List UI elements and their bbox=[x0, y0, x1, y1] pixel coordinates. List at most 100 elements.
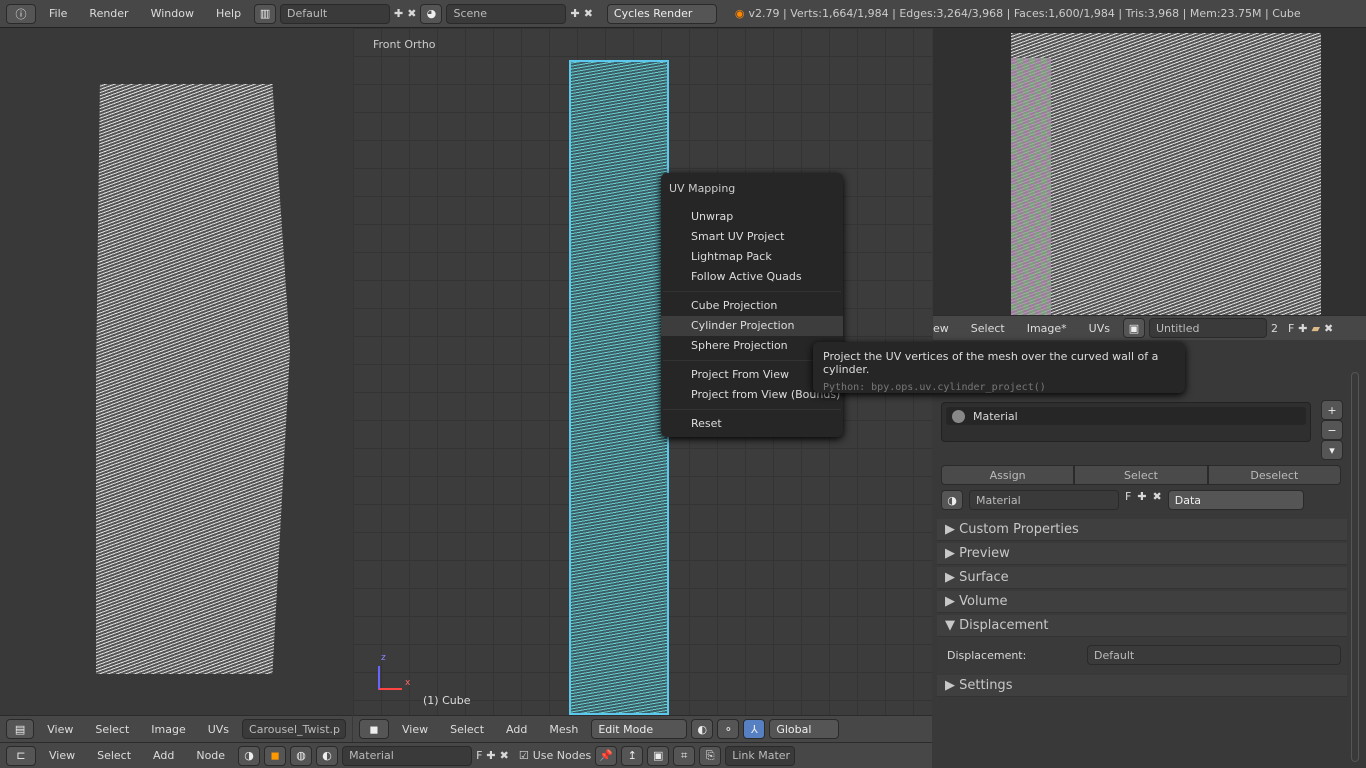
menu-item-reset[interactable]: Reset bbox=[661, 414, 843, 434]
uv-editor-area[interactable] bbox=[0, 28, 352, 715]
material-sphere-icon bbox=[952, 409, 965, 423]
vp-menu-mesh[interactable]: Mesh bbox=[540, 723, 587, 736]
ne-menu-select[interactable]: Select bbox=[88, 749, 140, 762]
displacement-select[interactable]: Default bbox=[1087, 645, 1341, 665]
panel-surface[interactable]: ▶ Surface bbox=[937, 567, 1347, 589]
ie-menu-select[interactable]: Select bbox=[962, 322, 1014, 335]
unlink-material-icon[interactable]: ✖ bbox=[1153, 490, 1162, 511]
snap-icon[interactable]: ⌗ bbox=[673, 745, 696, 766]
link-material-button[interactable]: Link Mater bbox=[725, 745, 796, 766]
panel-settings[interactable]: ▶ Settings bbox=[937, 675, 1347, 697]
viewport-type-icon[interactable]: ◼ bbox=[359, 719, 389, 739]
info-icon[interactable]: ⓘ bbox=[6, 3, 36, 24]
ie-menu-view[interactable]: ew bbox=[933, 322, 958, 335]
menu-file[interactable]: File bbox=[40, 7, 76, 20]
scene-icon[interactable]: ◕ bbox=[420, 3, 443, 24]
uv-menu-view[interactable]: View bbox=[38, 723, 82, 736]
node-editor-type-icon[interactable]: ⊏ bbox=[6, 745, 36, 766]
menu-help[interactable]: Help bbox=[207, 7, 250, 20]
vp-menu-add[interactable]: Add bbox=[497, 723, 536, 736]
menu-render[interactable]: Render bbox=[80, 7, 137, 20]
shader-nodes-icon[interactable]: ◑ bbox=[238, 745, 261, 766]
ne-unlink-icon[interactable]: ✖ bbox=[500, 749, 509, 762]
ne-fake-user[interactable]: F bbox=[476, 749, 482, 762]
backdrop-icon[interactable]: ▣ bbox=[647, 745, 670, 766]
close-image-icon[interactable]: ✖ bbox=[1324, 322, 1333, 335]
copy-icon[interactable]: ⎘ bbox=[699, 745, 722, 766]
add-layout-icon[interactable]: ✚ bbox=[394, 7, 403, 20]
parent-icon[interactable]: ↥ bbox=[621, 745, 644, 766]
link-select[interactable]: Data bbox=[1167, 490, 1304, 510]
add-scene-icon[interactable]: ✚ bbox=[570, 7, 579, 20]
select-button[interactable]: Select bbox=[1074, 465, 1208, 485]
shading-icon[interactable]: ◐ bbox=[691, 719, 714, 739]
image-editor-area[interactable] bbox=[933, 28, 1366, 315]
image-editor-header: ew Select Image* UVs ▣ Untitled 2 F ✚ ▰ … bbox=[933, 315, 1366, 340]
menu-window[interactable]: Window bbox=[142, 7, 203, 20]
manipulator-icon[interactable]: ⅄ bbox=[743, 719, 766, 739]
menu-item-cylinder-projection[interactable]: Cylinder Projection bbox=[661, 316, 843, 336]
scene-field[interactable]: Scene bbox=[446, 3, 567, 24]
vp-menu-select[interactable]: Select bbox=[441, 723, 493, 736]
layout-icon[interactable]: ▥ bbox=[254, 3, 277, 24]
ie-menu-uvs[interactable]: UVs bbox=[1080, 322, 1119, 335]
slot-specials-button[interactable]: ▾ bbox=[1321, 440, 1343, 460]
ne-material-field[interactable]: Material bbox=[342, 745, 473, 766]
uv-menu-image[interactable]: Image bbox=[142, 723, 194, 736]
panel-custom-properties[interactable]: ▶ Custom Properties bbox=[937, 519, 1347, 541]
mode-select[interactable]: Edit Mode bbox=[591, 719, 688, 739]
panel-preview[interactable]: ▶ Preview bbox=[937, 543, 1347, 565]
object-icon[interactable]: ◼ bbox=[264, 745, 287, 766]
menu-item-unwrap[interactable]: Unwrap bbox=[661, 207, 843, 227]
pin-icon[interactable]: 📌 bbox=[595, 745, 618, 766]
menu-item-cube-projection[interactable]: Cube Projection bbox=[661, 296, 843, 316]
uv-editor-header: ▤ View Select Image UVs Carousel_Twist.p bbox=[0, 715, 352, 742]
panel-displacement[interactable]: ▼ Displacement bbox=[937, 615, 1347, 637]
uv-menu-uvs[interactable]: UVs bbox=[199, 723, 238, 736]
uv-menu-select[interactable]: Select bbox=[86, 723, 138, 736]
menu-title: UV Mapping bbox=[669, 182, 736, 195]
menu-item-smart-uv-project[interactable]: Smart UV Project bbox=[661, 227, 843, 247]
image-name-field[interactable]: Untitled bbox=[1148, 318, 1267, 338]
uv-overlay bbox=[1011, 33, 1321, 315]
menu-separator bbox=[663, 291, 841, 292]
ie-menu-image[interactable]: Image* bbox=[1018, 322, 1076, 335]
open-image-icon[interactable]: ▰ bbox=[1312, 322, 1320, 335]
ne-menu-node[interactable]: Node bbox=[187, 749, 234, 762]
assign-button[interactable]: Assign bbox=[941, 465, 1075, 485]
orientation-select[interactable]: Global bbox=[769, 719, 840, 739]
ne-menu-add[interactable]: Add bbox=[144, 749, 183, 762]
layout-field[interactable]: Default bbox=[280, 3, 391, 24]
new-material-icon[interactable]: ✚ bbox=[1137, 490, 1146, 511]
menu-item-lightmap-pack[interactable]: Lightmap Pack bbox=[661, 247, 843, 267]
editor-type-icon[interactable]: ▤ bbox=[6, 719, 35, 739]
add-slot-button[interactable]: + bbox=[1321, 400, 1343, 420]
remove-slot-button[interactable]: − bbox=[1321, 420, 1343, 440]
image-browse-icon[interactable]: ▣ bbox=[1122, 318, 1145, 338]
render-engine-select[interactable]: Cycles Render bbox=[606, 3, 717, 24]
material-name-field[interactable]: Material bbox=[969, 490, 1119, 510]
node-editor-header: ⊏ View Select Add Node ◑ ◼ ◍ ◐ Material … bbox=[0, 742, 932, 768]
mesh-cube bbox=[569, 60, 669, 715]
close-layout-icon[interactable]: ✖ bbox=[407, 7, 416, 20]
ne-new-icon[interactable]: ✚ bbox=[486, 749, 495, 762]
material-browse-icon[interactable]: ◑ bbox=[941, 490, 963, 510]
ne-menu-view[interactable]: View bbox=[40, 749, 84, 762]
menu-item-follow-active-quads[interactable]: Follow Active Quads bbox=[661, 267, 843, 287]
close-scene-icon[interactable]: ✖ bbox=[584, 7, 593, 20]
image-field[interactable]: Carousel_Twist.p bbox=[242, 719, 346, 739]
world-icon[interactable]: ◍ bbox=[290, 745, 313, 766]
image-users[interactable]: 2 bbox=[1271, 322, 1278, 335]
image-fake-user[interactable]: F bbox=[1288, 322, 1294, 335]
use-nodes-checkbox[interactable]: ☑ bbox=[519, 749, 529, 762]
material-slot[interactable]: Material bbox=[946, 407, 1306, 425]
scrollbar[interactable] bbox=[1351, 372, 1359, 762]
ne-material-icon[interactable]: ◐ bbox=[316, 745, 339, 766]
pivot-icon[interactable]: ⚬ bbox=[717, 719, 740, 739]
slot-list[interactable]: Material bbox=[941, 402, 1311, 442]
vp-menu-view[interactable]: View bbox=[393, 723, 437, 736]
new-image-icon[interactable]: ✚ bbox=[1298, 322, 1307, 335]
deselect-button[interactable]: Deselect bbox=[1207, 465, 1341, 485]
material-fake-user[interactable]: F bbox=[1125, 490, 1131, 511]
panel-volume[interactable]: ▶ Volume bbox=[937, 591, 1347, 613]
